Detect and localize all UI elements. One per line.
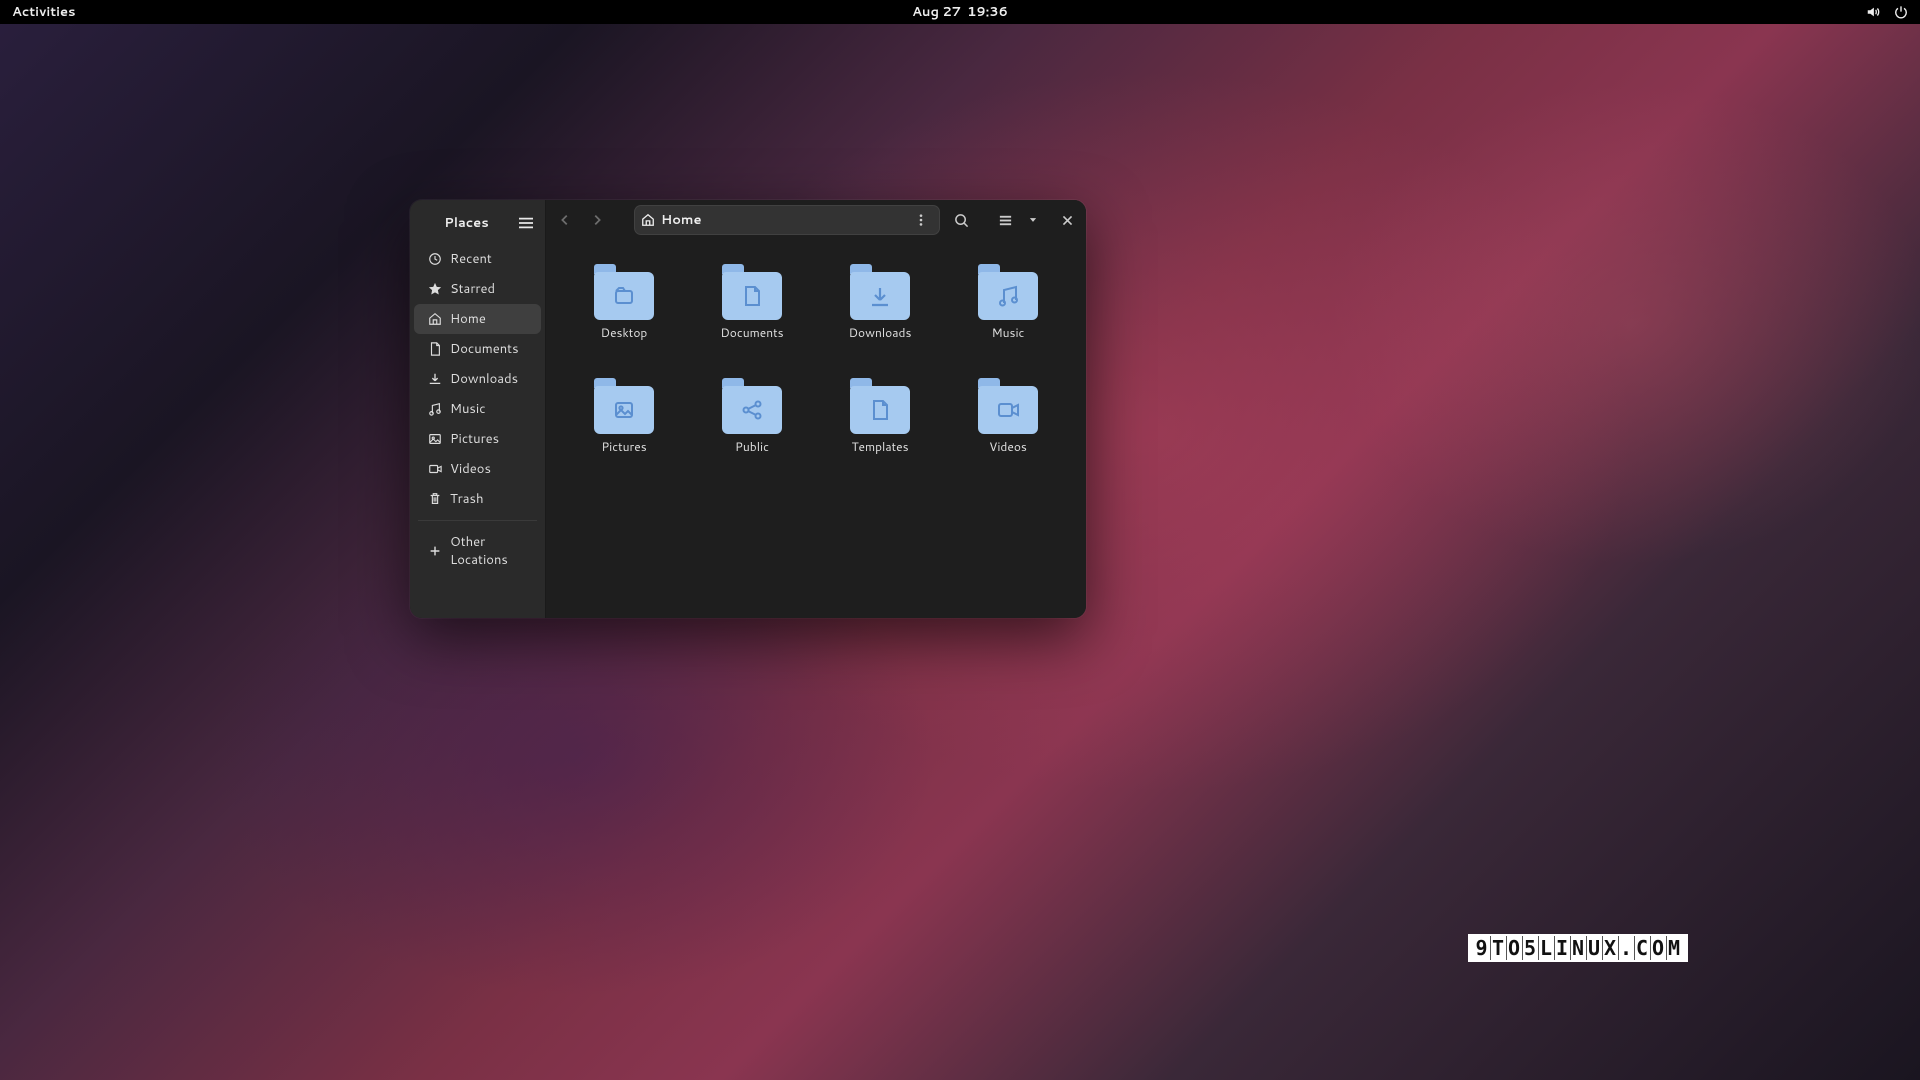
sidebar-item-pictures[interactable]: Pictures — [414, 424, 541, 454]
star-icon — [428, 282, 442, 296]
sidebar-item-recent[interactable]: Recent — [414, 244, 541, 274]
folder-videos[interactable]: Videos — [948, 368, 1068, 478]
watermark: 9TO5LINUX.COM — [1468, 934, 1688, 962]
folder-label: Pictures — [601, 438, 646, 455]
pathbar-label: Home — [661, 211, 702, 229]
document-icon — [428, 342, 442, 356]
folder-icon — [722, 260, 782, 320]
search-button[interactable] — [946, 205, 976, 235]
folder-label: Documents — [720, 324, 783, 341]
sidebar-item-videos[interactable]: Videos — [414, 454, 541, 484]
folder-downloads[interactable]: Downloads — [820, 254, 940, 364]
home-icon — [428, 312, 442, 326]
close-button[interactable] — [1052, 205, 1082, 235]
music-icon — [428, 402, 442, 416]
activities-button[interactable]: Activities — [12, 3, 76, 21]
icon-view[interactable]: Desktop Documents Downloads Music Pictures Pu… — [546, 240, 1086, 618]
sidebar-item-music[interactable]: Music — [414, 394, 541, 424]
sidebar-item-trash[interactable]: Trash — [414, 484, 541, 514]
folder-label: Downloads — [849, 324, 912, 341]
sidebar-item-label: Recent — [450, 250, 492, 268]
folder-icon — [850, 374, 910, 434]
folder-icon — [722, 374, 782, 434]
sidebar-item-documents[interactable]: Documents — [414, 334, 541, 364]
view-dropdown-button[interactable] — [1022, 205, 1044, 235]
date-text: Aug 27 — [912, 3, 961, 21]
volume-icon[interactable] — [1866, 5, 1880, 19]
folder-label: Templates — [851, 438, 908, 455]
sidebar-item-label: Home — [450, 310, 486, 328]
pathbar-menu-button[interactable] — [909, 208, 933, 232]
folder-icon — [978, 374, 1038, 434]
path-bar[interactable]: Home — [634, 205, 940, 235]
sidebar-item-other-locations[interactable]: Other Locations — [414, 527, 541, 575]
sidebar-item-label: Music — [450, 400, 486, 418]
folder-label: Desktop — [601, 324, 648, 341]
home-icon — [641, 213, 655, 227]
sidebar-menu-button[interactable] — [513, 210, 539, 236]
top-panel: Activities Aug 27 19:36 — [0, 0, 1920, 24]
folder-label: Public — [735, 438, 769, 455]
sidebar-item-label: Downloads — [450, 370, 518, 388]
folder-templates[interactable]: Templates — [820, 368, 940, 478]
folder-icon — [978, 260, 1038, 320]
sidebar-item-label: Pictures — [450, 430, 499, 448]
trash-icon — [428, 492, 442, 506]
folder-pictures[interactable]: Pictures — [564, 368, 684, 478]
places-sidebar: Places Recent Starred Home Documents Dow… — [410, 200, 546, 618]
sidebar-separator — [418, 520, 537, 521]
sidebar-item-label: Trash — [450, 490, 484, 508]
sidebar-item-downloads[interactable]: Downloads — [414, 364, 541, 394]
folder-documents[interactable]: Documents — [692, 254, 812, 364]
main-pane: Home Desktop Documents Downloads Music Pictu… — [546, 200, 1086, 618]
folder-icon — [594, 374, 654, 434]
sidebar-item-starred[interactable]: Starred — [414, 274, 541, 304]
back-button[interactable] — [550, 205, 580, 235]
file-manager-window: Places Recent Starred Home Documents Dow… — [410, 200, 1086, 618]
sidebar-item-label: Other Locations — [450, 533, 531, 569]
sidebar-title: Places — [420, 214, 513, 232]
clock-icon — [428, 252, 442, 266]
folder-icon — [850, 260, 910, 320]
pathbar-location[interactable]: Home — [641, 211, 702, 229]
download-icon — [428, 372, 442, 386]
forward-button[interactable] — [582, 205, 612, 235]
view-list-button[interactable] — [990, 205, 1020, 235]
folder-music[interactable]: Music — [948, 254, 1068, 364]
picture-icon — [428, 432, 442, 446]
header-bar: Home — [546, 200, 1086, 240]
power-icon[interactable] — [1894, 5, 1908, 19]
sidebar-item-label: Videos — [450, 460, 491, 478]
plus-icon — [428, 544, 442, 558]
clock[interactable]: Aug 27 19:36 — [644, 3, 1276, 21]
sidebar-item-home[interactable]: Home — [414, 304, 541, 334]
folder-label: Videos — [989, 438, 1027, 455]
folder-public[interactable]: Public — [692, 368, 812, 478]
sidebar-item-label: Documents — [450, 340, 519, 358]
sidebar-header: Places — [410, 204, 545, 240]
folder-desktop[interactable]: Desktop — [564, 254, 684, 364]
time-text: 19:36 — [967, 3, 1008, 21]
folder-icon — [594, 260, 654, 320]
folder-label: Music — [992, 324, 1025, 341]
video-icon — [428, 462, 442, 476]
sidebar-item-label: Starred — [450, 280, 495, 298]
